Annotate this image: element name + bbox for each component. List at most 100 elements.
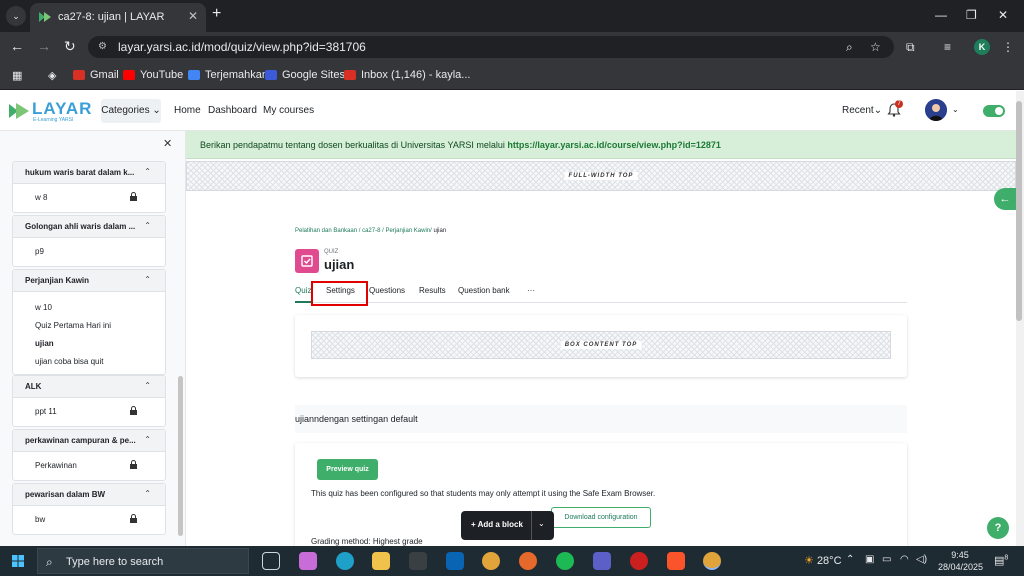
scrollbar-thumb[interactable] bbox=[1016, 101, 1022, 321]
task-view-icon[interactable] bbox=[262, 552, 280, 570]
back-icon[interactable]: ← bbox=[10, 39, 24, 53]
close-window-icon[interactable]: ✕ bbox=[998, 8, 1008, 22]
apps-grid-icon[interactable]: ▦ bbox=[12, 69, 22, 82]
chrome-icon[interactable] bbox=[482, 552, 500, 570]
opera-icon[interactable] bbox=[630, 552, 648, 570]
chevron-down-icon[interactable]: ⌄ bbox=[952, 105, 959, 114]
tab-questions[interactable]: Questions bbox=[369, 286, 405, 295]
chrome-active-icon[interactable] bbox=[703, 552, 721, 570]
notice-link[interactable]: https://layar.yarsi.ac.id/course/view.ph… bbox=[507, 140, 721, 150]
edit-mode-toggle[interactable] bbox=[983, 105, 1005, 117]
chevron-up-icon[interactable]: ⌃ bbox=[144, 221, 151, 230]
breadcrumb-link[interactable]: Perjanjian Kawin bbox=[385, 228, 430, 234]
chevron-up-icon[interactable]: ⌃ bbox=[144, 275, 151, 284]
list-item[interactable]: Perkawinan bbox=[13, 456, 165, 474]
minimize-icon[interactable]: — bbox=[935, 8, 947, 22]
edge-icon[interactable] bbox=[336, 552, 354, 570]
chevron-down-icon[interactable]: ⌄ bbox=[538, 519, 545, 528]
extensions-icon[interactable]: ⧉ bbox=[906, 40, 915, 55]
section-header[interactable]: Golongan ahli waris dalam ... ⌃ bbox=[13, 216, 165, 238]
reload-icon[interactable]: ↻ bbox=[64, 39, 76, 53]
list-item[interactable]: ujian coba bisa quit bbox=[13, 352, 165, 370]
tab-more[interactable]: ··· bbox=[527, 286, 535, 295]
nav-dashboard[interactable]: Dashboard bbox=[208, 105, 257, 116]
chevron-up-icon[interactable]: ⌃ bbox=[144, 489, 151, 498]
section-header[interactable]: ALK ⌃ bbox=[13, 376, 165, 398]
add-block-button[interactable]: + Add a block ⌄ bbox=[461, 511, 554, 540]
list-item[interactable]: bw bbox=[13, 510, 165, 528]
recent-dropdown[interactable]: Recent⌄ bbox=[842, 105, 882, 116]
tab-quiz[interactable]: Quiz bbox=[295, 286, 311, 295]
meet-now-icon[interactable]: ▣ bbox=[865, 554, 874, 565]
wifi-icon[interactable]: ◠ bbox=[900, 554, 909, 565]
section-header[interactable]: Perjanjian Kawin ⌃ bbox=[13, 270, 165, 292]
forward-icon[interactable]: → bbox=[37, 39, 51, 53]
drawer-scrollbar[interactable] bbox=[178, 376, 183, 536]
box-content-card: BOX CONTENT TOP bbox=[295, 315, 907, 377]
notification-center-icon[interactable]: ▤8 bbox=[994, 554, 1008, 567]
tab-search-button[interactable]: ⌄ bbox=[6, 6, 26, 26]
preview-quiz-button[interactable]: Preview quiz bbox=[317, 459, 378, 480]
download-configuration-button[interactable]: Download configuration bbox=[551, 507, 651, 528]
bookmark-inbox[interactable]: Inbox (1,146) - kayla... bbox=[344, 69, 470, 81]
bookmark-google-sites[interactable]: Google Sites bbox=[265, 69, 345, 81]
list-item[interactable]: Quiz Pertama Hari ini bbox=[13, 316, 165, 334]
brave-icon[interactable] bbox=[667, 552, 685, 570]
nav-my-courses[interactable]: My courses bbox=[263, 105, 314, 116]
user-avatar[interactable] bbox=[925, 99, 947, 121]
outlook-icon[interactable] bbox=[446, 552, 464, 570]
windows-start-icon[interactable] bbox=[12, 555, 24, 567]
chevron-up-icon[interactable]: ⌃ bbox=[144, 435, 151, 444]
url-text[interactable]: layar.yarsi.ac.id/mod/quiz/view.php?id=3… bbox=[118, 40, 366, 54]
taskbar-clock[interactable]: 9:45 28/04/2025 bbox=[938, 549, 983, 573]
chevron-up-icon[interactable]: ⌃ bbox=[144, 381, 151, 390]
section-header[interactable]: perkawinan campuran & pe... ⌃ bbox=[13, 430, 165, 452]
breadcrumb-link[interactable]: ca27-8 bbox=[362, 228, 380, 234]
tab-question-bank[interactable]: Question bank bbox=[458, 286, 510, 295]
site-info-icon[interactable]: ⚙ bbox=[98, 41, 110, 53]
restore-icon[interactable]: ❐ bbox=[966, 8, 977, 22]
chevron-up-icon[interactable]: ⌃ bbox=[846, 554, 854, 565]
copilot-icon[interactable] bbox=[299, 552, 317, 570]
section-header[interactable]: pewarisan dalam BW ⌃ bbox=[13, 484, 165, 506]
teams-icon[interactable] bbox=[593, 552, 611, 570]
bookmark-star-icon[interactable]: ☆ bbox=[870, 40, 881, 54]
weather-widget[interactable]: ☀ 28°C bbox=[804, 554, 842, 567]
media-icon[interactable]: ≡ bbox=[944, 40, 951, 54]
new-tab-button[interactable]: + bbox=[212, 6, 221, 22]
taskbar-search-input[interactable]: ⌕ Type here to search bbox=[37, 548, 249, 574]
list-item[interactable]: p9 bbox=[13, 242, 165, 260]
bookmark-youtube[interactable]: YouTube bbox=[123, 69, 183, 81]
chrome-menu-icon[interactable]: ⋮ bbox=[1002, 40, 1014, 54]
list-item[interactable]: w 10 bbox=[13, 298, 165, 316]
bookmark-extension-icon[interactable]: ◈ bbox=[48, 69, 56, 82]
volume-icon[interactable]: ◁) bbox=[916, 554, 927, 565]
quiz-icon bbox=[295, 249, 319, 273]
breadcrumb-link[interactable]: Pelatihan dan Bankaan bbox=[295, 228, 357, 234]
page-scrollbar[interactable] bbox=[1016, 91, 1024, 546]
list-item-current[interactable]: ujian bbox=[13, 334, 165, 352]
tab-results[interactable]: Results bbox=[419, 286, 446, 295]
help-button[interactable]: ? bbox=[987, 517, 1009, 539]
categories-dropdown[interactable]: Categories ⌄ bbox=[101, 99, 161, 123]
battery-icon[interactable]: ▭ bbox=[882, 554, 891, 565]
bookmark-gmail[interactable]: Gmail bbox=[73, 69, 119, 81]
list-item[interactable]: ppt 11 bbox=[13, 402, 165, 420]
close-drawer-icon[interactable]: ✕ bbox=[163, 137, 172, 150]
grading-method-text: Grading method: Highest grade bbox=[311, 537, 423, 546]
address-bar[interactable]: ⚙ layar.yarsi.ac.id/mod/quiz/view.php?id… bbox=[88, 36, 894, 58]
file-explorer-icon[interactable] bbox=[372, 552, 390, 570]
store-icon[interactable] bbox=[409, 552, 427, 570]
nav-home[interactable]: Home bbox=[174, 105, 201, 116]
bookmark-terjemahkan[interactable]: Terjemahkan bbox=[188, 69, 268, 81]
zoom-icon[interactable]: ⌕ bbox=[846, 40, 853, 55]
spotify-icon[interactable] bbox=[556, 552, 574, 570]
browser-tab[interactable]: ca27-8: ujian | LAYAR ✕ bbox=[30, 3, 206, 32]
chevron-up-icon[interactable]: ⌃ bbox=[144, 167, 151, 176]
section-header[interactable]: hukum waris barat dalam k... ⌃ bbox=[13, 162, 165, 184]
list-item[interactable]: w 8 bbox=[13, 188, 165, 206]
tab-close-icon[interactable]: ✕ bbox=[188, 9, 198, 23]
open-block-drawer-button[interactable]: ← bbox=[994, 188, 1016, 210]
profile-avatar[interactable]: K bbox=[974, 39, 990, 55]
firefox-icon[interactable] bbox=[519, 552, 537, 570]
